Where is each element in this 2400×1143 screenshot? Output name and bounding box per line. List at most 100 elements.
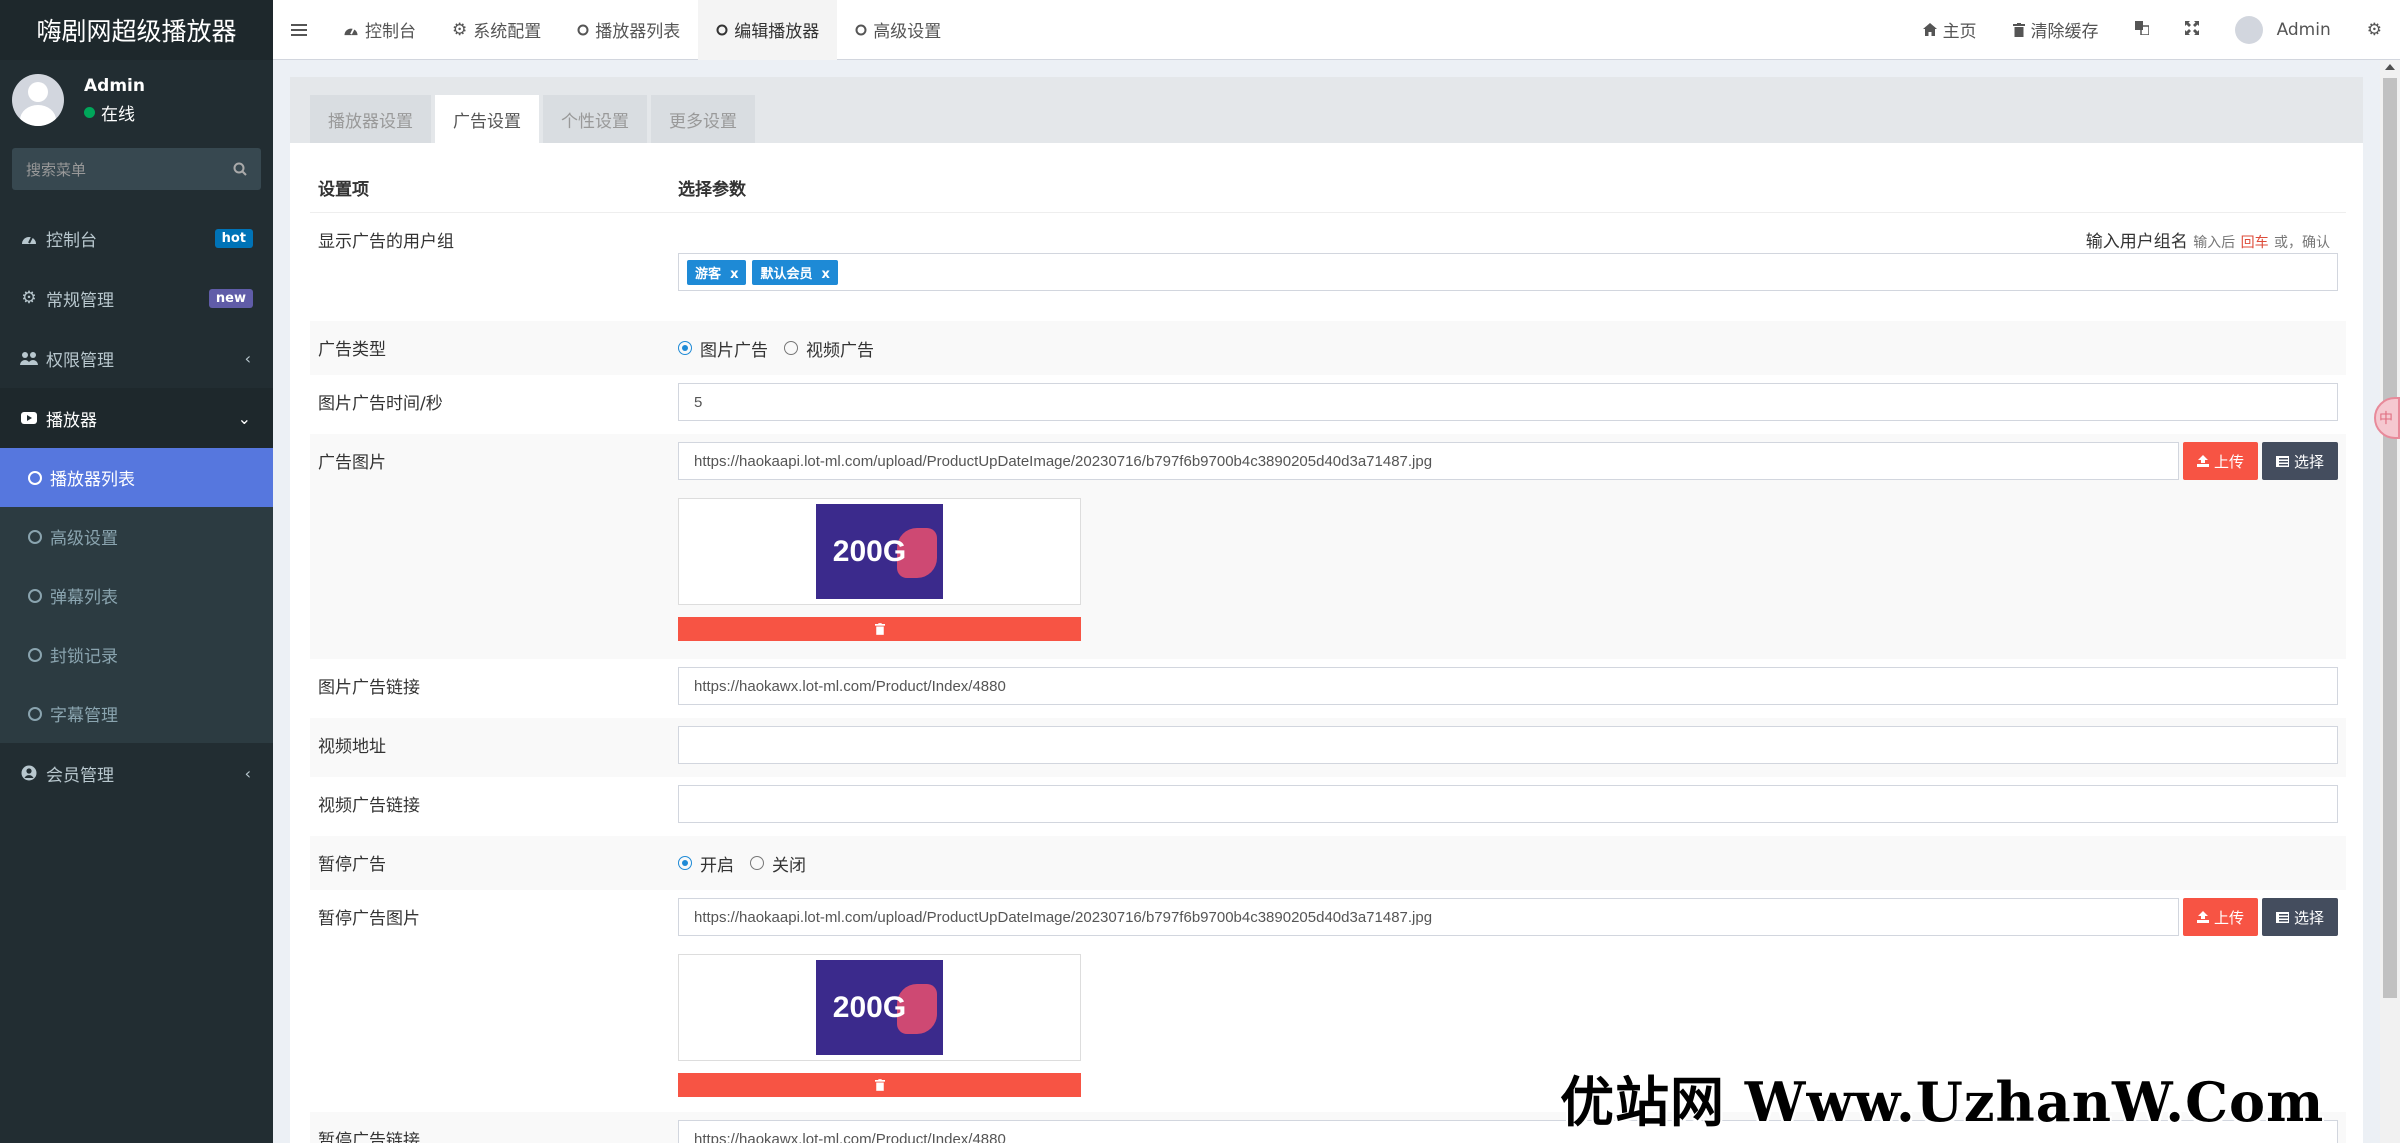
field-label: 图片广告时间/秒 — [318, 394, 443, 414]
dashboard-icon — [343, 23, 359, 36]
radio-checked-icon[interactable] — [678, 856, 692, 870]
table-header: 设置项 选择参数 — [310, 159, 2346, 213]
top-navbar: 控制台 ⚙ 系统配置 播放器列表 编辑播放器 高级设置 主页 清除缓存 Admin… — [273, 0, 2400, 60]
table-row: 广告类型 图片广告 视频广告 — [310, 321, 2346, 375]
user-group-tags-input[interactable]: 游客 x 默认会员 x — [678, 253, 2338, 291]
video-url-input[interactable] — [678, 726, 2338, 764]
fullscreen-button[interactable] — [2167, 0, 2217, 60]
avatar — [12, 74, 64, 126]
delete-image-button[interactable] — [678, 617, 1081, 641]
field-label: 暂停广告 — [318, 855, 386, 875]
sidebar-sub-item-danmaku[interactable]: 弹幕列表 — [0, 566, 273, 625]
tag-guest[interactable]: 游客 x — [687, 259, 747, 285]
tab-more-settings[interactable]: 更多设置 — [651, 95, 755, 143]
radio-pause-on[interactable]: 开启 — [678, 851, 734, 876]
home-icon — [1922, 23, 1937, 36]
radio-unchecked-icon[interactable] — [784, 341, 798, 355]
sidebar-item-general[interactable]: ⚙ 常规管理 new — [0, 268, 273, 328]
sidebar-item-permissions[interactable]: 权限管理 ‹ — [0, 328, 273, 388]
radio-unchecked-icon[interactable] — [750, 856, 764, 870]
tab-edit-player[interactable]: 编辑播放器 — [698, 0, 838, 60]
tab-ad-settings[interactable]: 广告设置 — [435, 95, 539, 143]
upload-button[interactable]: 上传 — [2182, 898, 2258, 936]
radio-pause-off[interactable]: 关闭 — [750, 851, 806, 876]
scrollbar[interactable] — [2380, 60, 2400, 1143]
circle-icon — [28, 706, 42, 721]
panel-tabs: 播放器设置 广告设置 个性设置 更多设置 — [290, 77, 2363, 143]
radio-image-ad[interactable]: 图片广告 — [678, 336, 768, 361]
field-label: 广告图片 — [318, 453, 386, 473]
chevron-down-icon: ⌄ — [237, 408, 251, 428]
upload-button[interactable]: 上传 — [2182, 442, 2258, 480]
search-icon[interactable] — [233, 162, 247, 176]
home-link[interactable]: 主页 — [1905, 0, 1995, 60]
ad-image-preview: 200G — [678, 498, 1081, 605]
tab-player-settings[interactable]: 播放器设置 — [310, 95, 431, 143]
settings-button[interactable]: ⚙ — [2349, 0, 2400, 60]
column-header: 选择参数 — [678, 180, 746, 200]
table-row: 广告图片 https://haokaapi.lot-ml.com/upload/… — [310, 434, 2346, 659]
search-input[interactable]: 搜索菜单 — [12, 148, 261, 190]
watermark: 优站网 Www.UzhanW.Com — [1560, 1070, 2325, 1134]
cogs-icon: ⚙ — [2366, 19, 2382, 40]
settings-table: 设置项 选择参数 显示广告的用户组 输入用户组名 输入后 回车 或，确认 游客 … — [310, 159, 2346, 1143]
image-ad-time-input[interactable]: 5 — [678, 383, 2338, 421]
tab-advanced[interactable]: 高级设置 — [837, 0, 959, 60]
table-row: 视频广告链接 — [310, 777, 2346, 836]
field-label: 暂停广告链接 — [318, 1131, 420, 1143]
hot-badge: hot — [214, 228, 253, 248]
table-row: 显示广告的用户组 输入用户组名 输入后 回车 或，确认 游客 x 默认会员 x — [310, 213, 2346, 321]
field-label: 暂停广告图片 — [318, 909, 420, 929]
sidebar-item-label: 播放器 — [46, 410, 97, 431]
pause-image-preview: 200G — [678, 954, 1081, 1061]
sidebar-sub-item-advanced[interactable]: 高级设置 — [0, 507, 273, 566]
tab-system-config[interactable]: ⚙ 系统配置 — [434, 0, 559, 60]
tab-player-list[interactable]: 播放器列表 — [559, 0, 698, 60]
menu-toggle-button[interactable] — [273, 0, 325, 60]
language-button[interactable] — [2117, 0, 2167, 60]
sidebar-item-dashboard[interactable]: 控制台 hot — [0, 208, 273, 268]
sidebar-sub-item-player-list[interactable]: 播放器列表 — [0, 448, 273, 507]
video-ad-link-input[interactable] — [678, 785, 2338, 823]
sidebar-item-player[interactable]: 播放器 ⌄ — [0, 388, 273, 448]
list-icon — [2275, 455, 2289, 467]
pause-image-url-input[interactable]: https://haokaapi.lot-ml.com/upload/Produ… — [678, 898, 2179, 936]
circle-icon — [28, 529, 42, 544]
player-submenu: 播放器列表 高级设置 弹幕列表 封锁记录 字幕管理 — [0, 448, 273, 743]
search-placeholder: 搜索菜单 — [26, 160, 87, 179]
choose-button[interactable]: 选择 — [2261, 442, 2338, 480]
dashboard-icon — [20, 231, 38, 245]
clear-cache-button[interactable]: 清除缓存 — [1995, 0, 2117, 60]
sidebar-sub-item-subtitles[interactable]: 字幕管理 — [0, 684, 273, 743]
table-row: 暂停广告 开启 关闭 — [310, 836, 2346, 890]
youtube-play-icon — [20, 412, 38, 424]
choose-button[interactable]: 选择 — [2261, 898, 2338, 936]
field-label: 显示广告的用户组 — [318, 232, 454, 252]
users-icon — [20, 351, 38, 365]
delete-image-button[interactable] — [678, 1073, 1081, 1097]
user-circle-icon — [20, 765, 38, 781]
expand-icon — [2184, 20, 2199, 40]
ad-image-thumbnail: 200G — [816, 504, 943, 599]
sidebar-sub-item-block-log[interactable]: 封锁记录 — [0, 625, 273, 684]
app-title[interactable]: 嗨剧网超级播放器 — [0, 0, 273, 60]
hamburger-icon[interactable] — [291, 23, 307, 37]
chevron-left-icon: ‹ — [244, 763, 251, 783]
field-label: 广告类型 — [318, 340, 386, 360]
settings-panel: 播放器设置 广告设置 个性设置 更多设置 设置项 选择参数 显示广告的用户组 输… — [290, 77, 2363, 1143]
user-menu[interactable]: Admin — [2217, 0, 2349, 60]
tag-default-member[interactable]: 默认会员 x — [752, 259, 838, 285]
radio-video-ad[interactable]: 视频广告 — [784, 336, 874, 361]
scroll-thumb[interactable] — [2383, 78, 2397, 998]
column-header: 设置项 — [318, 180, 369, 200]
ad-image-url-input[interactable]: https://haokaapi.lot-ml.com/upload/Produ… — [678, 442, 2179, 480]
tab-dashboard[interactable]: 控制台 — [325, 0, 434, 60]
tab-personal-settings[interactable]: 个性设置 — [543, 95, 647, 143]
scroll-up-arrow-icon[interactable] — [2385, 64, 2395, 70]
image-ad-link-input[interactable]: https://haokawx.lot-ml.com/Product/Index… — [678, 667, 2338, 705]
main-content: 播放器设置 广告设置 个性设置 更多设置 设置项 选择参数 显示广告的用户组 输… — [273, 60, 2380, 1143]
circle-icon — [28, 470, 42, 485]
sidebar-item-label: 常规管理 — [46, 290, 114, 311]
radio-checked-icon[interactable] — [678, 341, 692, 355]
sidebar-item-members[interactable]: 会员管理 ‹ — [0, 743, 273, 803]
